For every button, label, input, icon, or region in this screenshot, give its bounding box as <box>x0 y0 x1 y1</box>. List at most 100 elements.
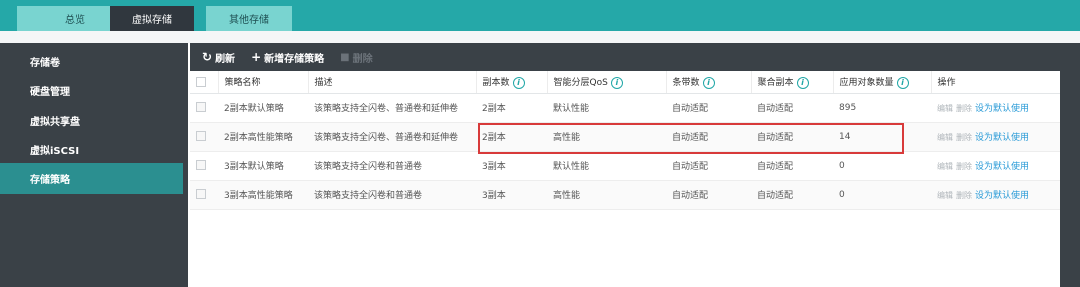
cell-name: 3副本高性能策略 <box>218 180 308 210</box>
tab-virtual-storage[interactable]: 虚拟存储 <box>110 6 194 31</box>
set-default-link[interactable]: 设为默认使用 <box>975 162 1029 172</box>
delete-link[interactable]: 删除 <box>956 104 972 113</box>
sidebar-item-storage-policy[interactable]: 存储策略 <box>0 163 183 194</box>
set-default-link[interactable]: 设为默认使用 <box>975 133 1029 143</box>
delete-link[interactable]: 删除 <box>956 162 972 171</box>
plus-icon: + <box>251 50 262 64</box>
row-checkbox[interactable] <box>196 160 206 171</box>
table-row[interactable]: 2副本高性能策略 该策略支持全闪卷、普通卷和延伸卷 2副本 高性能 自动适配 自… <box>190 122 1060 152</box>
toolbar: ↻ 刷新 + 新增存储策略 ■ 删除 <box>190 43 1060 71</box>
header-operations: 操作 <box>931 71 1061 94</box>
cell-stripes: 自动适配 <box>666 122 751 152</box>
cell-name: 2副本默认策略 <box>218 93 308 123</box>
cell-replicas: 2副本 <box>476 122 547 152</box>
row-checkbox[interactable] <box>196 102 206 113</box>
row-select-cell <box>190 151 218 181</box>
sidebar: 存储卷 硬盘管理 虚拟共享盘 虚拟iSCSI 存储策略 <box>0 43 188 287</box>
table-row[interactable]: 3副本高性能策略 该策略支持全闪卷和普通卷 3副本 高性能 自动适配 自动适配 … <box>190 180 1060 210</box>
cell-stripes: 自动适配 <box>666 151 751 181</box>
row-checkbox[interactable] <box>196 131 206 142</box>
edit-link[interactable]: 编辑 <box>937 104 953 113</box>
edit-link[interactable]: 编辑 <box>937 162 953 171</box>
header-replicas[interactable]: 副本数 i <box>476 71 548 94</box>
table-row[interactable]: 2副本默认策略 该策略支持全闪卷、普通卷和延伸卷 2副本 默认性能 自动适配 自… <box>190 93 1060 123</box>
app-window: 总览 虚拟存储 其他存储 存储卷 硬盘管理 虚拟共享盘 虚拟iSCSI 存储策略… <box>0 0 1080 287</box>
cell-agg-replica: 自动适配 <box>751 122 833 152</box>
cell-qos: 默认性能 <box>547 151 666 181</box>
sidebar-item-iscsi[interactable]: 虚拟iSCSI <box>0 134 183 165</box>
header-agg-replica[interactable]: 聚合副本 i <box>751 71 834 94</box>
info-icon[interactable]: i <box>610 76 623 89</box>
cell-description: 该策略支持全闪卷、普通卷和延伸卷 <box>308 122 476 152</box>
info-icon[interactable]: i <box>796 76 809 89</box>
right-edge-panel <box>1060 43 1080 287</box>
cell-objects: 14 <box>833 122 931 152</box>
table-header-row: 策略名称 描述 副本数 i 智能分层QoS i 条带数 i 聚合副本 i 应用对象数量 i… <box>190 71 1061 94</box>
cell-objects: 0 <box>833 180 931 210</box>
delete-button[interactable]: ■ 删除 <box>340 50 372 65</box>
trash-icon: ■ <box>340 51 350 63</box>
set-default-link[interactable]: 设为默认使用 <box>975 191 1029 201</box>
sidebar-item-disk-management[interactable]: 硬盘管理 <box>0 75 183 106</box>
delete-link[interactable]: 删除 <box>956 133 972 142</box>
header-description[interactable]: 描述 <box>308 71 477 94</box>
cell-name: 2副本高性能策略 <box>218 122 308 152</box>
cell-operations: 编辑 删除 设为默认使用 <box>931 122 1060 152</box>
cell-description: 该策略支持全闪卷和普通卷 <box>308 151 476 181</box>
delete-link[interactable]: 删除 <box>956 191 972 200</box>
policy-table: 策略名称 描述 副本数 i 智能分层QoS i 条带数 i 聚合副本 i 应用对象数量 i… <box>190 71 1061 210</box>
cell-replicas: 2副本 <box>476 93 547 123</box>
cell-stripes: 自动适配 <box>666 93 751 123</box>
table-row[interactable]: 3副本默认策略 该策略支持全闪卷和普通卷 3副本 默认性能 自动适配 自动适配 … <box>190 151 1060 181</box>
header-objects-label: 应用对象数量 <box>839 78 894 88</box>
cell-replicas: 3副本 <box>476 151 547 181</box>
row-checkbox[interactable] <box>196 189 206 200</box>
cell-name: 3副本默认策略 <box>218 151 308 181</box>
header-objects[interactable]: 应用对象数量 i <box>833 71 932 94</box>
delete-label: 删除 <box>352 53 373 65</box>
row-select-cell <box>190 122 218 152</box>
refresh-label: 刷新 <box>215 53 236 65</box>
add-policy-button[interactable]: + 新增存储策略 <box>251 50 324 65</box>
header-agg-replica-label: 聚合副本 <box>757 78 794 88</box>
info-icon[interactable]: i <box>702 76 715 89</box>
cell-stripes: 自动适配 <box>666 180 751 210</box>
main-panel: ↻ 刷新 + 新增存储策略 ■ 删除 策略名称 描述 副本数 i 智能分层QoS… <box>190 43 1061 287</box>
header-qos-label: 智能分层QoS <box>553 78 608 88</box>
refresh-icon: ↻ <box>202 50 213 64</box>
header-qos[interactable]: 智能分层QoS i <box>547 71 667 94</box>
select-all-checkbox[interactable] <box>196 76 206 87</box>
cell-description: 该策略支持全闪卷、普通卷和延伸卷 <box>308 93 476 123</box>
header-replicas-label: 副本数 <box>482 78 510 88</box>
header-stripes[interactable]: 条带数 i <box>666 71 752 94</box>
cell-operations: 编辑 删除 设为默认使用 <box>931 151 1060 181</box>
info-icon[interactable]: i <box>512 76 525 89</box>
info-icon[interactable]: i <box>896 76 909 89</box>
edit-link[interactable]: 编辑 <box>937 191 953 200</box>
set-default-link[interactable]: 设为默认使用 <box>975 104 1029 114</box>
cell-agg-replica: 自动适配 <box>751 151 833 181</box>
tab-other-storage[interactable]: 其他存储 <box>206 6 292 31</box>
cell-qos: 高性能 <box>547 180 666 210</box>
edit-link[interactable]: 编辑 <box>937 133 953 142</box>
refresh-button[interactable]: ↻ 刷新 <box>202 50 235 65</box>
top-nav-bar: 总览 虚拟存储 其他存储 <box>0 0 1080 31</box>
cell-agg-replica: 自动适配 <box>751 93 833 123</box>
cell-operations: 编辑 删除 设为默认使用 <box>931 93 1060 123</box>
row-select-cell <box>190 93 218 123</box>
cell-qos: 高性能 <box>547 122 666 152</box>
cell-objects: 0 <box>833 151 931 181</box>
add-policy-label: 新增存储策略 <box>264 53 325 65</box>
top-divider <box>0 31 1080 43</box>
cell-replicas: 3副本 <box>476 180 547 210</box>
cell-operations: 编辑 删除 设为默认使用 <box>931 180 1060 210</box>
cell-objects: 895 <box>833 93 931 123</box>
cell-agg-replica: 自动适配 <box>751 180 833 210</box>
select-all-cell <box>190 71 219 94</box>
cell-description: 该策略支持全闪卷和普通卷 <box>308 180 476 210</box>
sidebar-item-volumes[interactable]: 存储卷 <box>0 46 183 77</box>
header-stripes-label: 条带数 <box>672 78 700 88</box>
cell-qos: 默认性能 <box>547 93 666 123</box>
header-name[interactable]: 策略名称 <box>218 71 309 94</box>
sidebar-item-shared-disk[interactable]: 虚拟共享盘 <box>0 105 183 136</box>
